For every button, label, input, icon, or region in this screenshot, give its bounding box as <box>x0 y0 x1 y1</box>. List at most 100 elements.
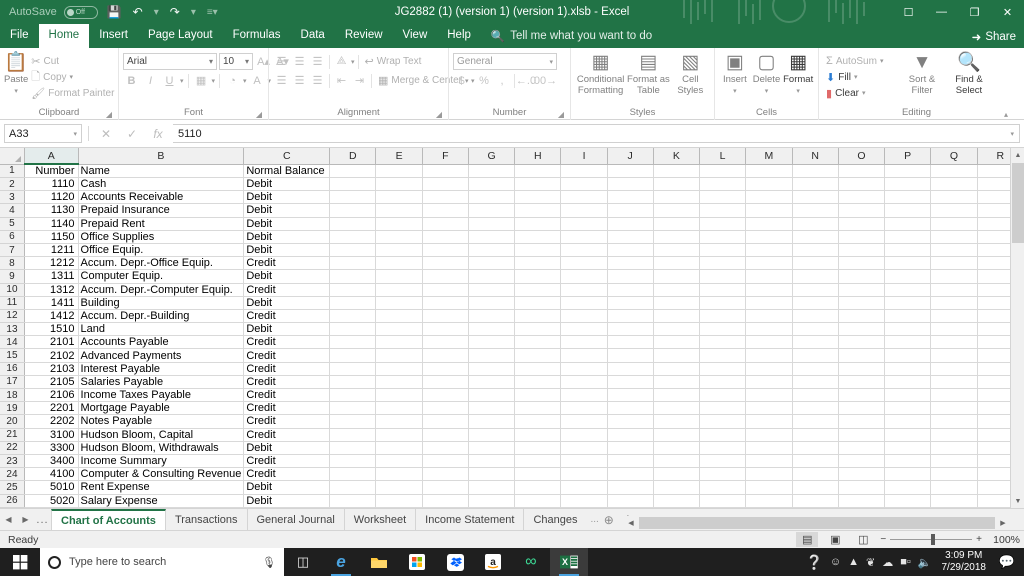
cell-N15[interactable] <box>792 348 839 363</box>
cell-J18[interactable] <box>607 388 654 403</box>
cell-A14[interactable]: 2101 <box>24 335 79 350</box>
cell-D2[interactable] <box>329 177 377 192</box>
cell-K2[interactable] <box>653 177 701 192</box>
cell-A22[interactable]: 3300 <box>24 441 79 455</box>
fill-button[interactable]: ⬇ Fill ▾ <box>823 69 899 85</box>
currency-dropdown-icon[interactable]: ▾ <box>471 77 475 85</box>
cell-C2[interactable]: Debit <box>243 177 331 192</box>
cell-I25[interactable] <box>560 480 608 495</box>
cell-K8[interactable] <box>653 256 701 271</box>
cell-L5[interactable] <box>699 217 747 231</box>
copy-button[interactable]: 🗋 Copy ▾ <box>28 69 117 85</box>
cell-P24[interactable] <box>884 467 932 482</box>
cell-J13[interactable] <box>607 322 654 337</box>
percent-format-button[interactable]: % <box>476 72 493 89</box>
cell-M6[interactable] <box>745 230 793 244</box>
cell-L23[interactable] <box>699 454 747 469</box>
cell-I2[interactable] <box>560 177 608 192</box>
cell-I16[interactable] <box>560 362 608 376</box>
cell-D22[interactable] <box>329 441 377 455</box>
cell-E23[interactable] <box>375 454 423 469</box>
cell-H19[interactable] <box>514 401 562 416</box>
cell-H23[interactable] <box>514 454 562 469</box>
cell-O6[interactable] <box>838 230 886 244</box>
cell-D25[interactable] <box>329 480 377 495</box>
sheet-tab-income-statement[interactable]: Income Statement <box>416 508 525 531</box>
cell-P26[interactable] <box>884 494 932 508</box>
cell-F5[interactable] <box>422 217 469 231</box>
cell-J23[interactable] <box>607 454 654 469</box>
close-button[interactable]: ✕ <box>991 0 1024 24</box>
cell-O19[interactable] <box>838 401 886 416</box>
sheet-overflow-right[interactable]: ... <box>586 514 598 525</box>
cell-B12[interactable]: Accum. Depr.-Building <box>78 309 245 324</box>
next-sheet-icon[interactable]: ▶ <box>17 510 34 530</box>
row-header-3[interactable]: 3 <box>0 190 25 205</box>
cell-Q24[interactable] <box>930 467 978 482</box>
copy-dropdown-icon[interactable]: ▾ <box>70 73 74 81</box>
underline-button[interactable]: U <box>161 72 178 89</box>
cell-C8[interactable]: Credit <box>243 256 331 271</box>
cell-H24[interactable] <box>514 467 562 482</box>
wrap-text-button[interactable]: ↩ Wrap Text <box>362 54 425 70</box>
cell-H20[interactable] <box>514 414 562 429</box>
cell-P12[interactable] <box>884 309 932 324</box>
cell-C21[interactable]: Credit <box>243 428 331 442</box>
cell-G9[interactable] <box>468 269 516 284</box>
column-header-G[interactable]: G <box>468 148 516 165</box>
cell-O14[interactable] <box>838 335 886 350</box>
cell-F10[interactable] <box>422 283 469 297</box>
cell-O18[interactable] <box>838 388 886 403</box>
cell-B26[interactable]: Salary Expense <box>78 494 245 508</box>
cell-I20[interactable] <box>560 414 608 429</box>
cell-H9[interactable] <box>514 269 562 284</box>
cell-E1[interactable] <box>375 164 423 178</box>
cell-P5[interactable] <box>884 217 932 231</box>
cell-M11[interactable] <box>745 296 793 310</box>
alignment-dialog-launcher-icon[interactable]: ◢ <box>436 110 442 119</box>
cell-H14[interactable] <box>514 335 562 350</box>
cell-O4[interactable] <box>838 203 886 218</box>
cell-L21[interactable] <box>699 428 747 442</box>
cell-D23[interactable] <box>329 454 377 469</box>
cell-B3[interactable]: Accounts Receivable <box>78 190 245 205</box>
cell-N12[interactable] <box>792 309 839 324</box>
cell-D12[interactable] <box>329 309 377 324</box>
sort-filter-button[interactable]: ▼ Sort & Filter <box>899 52 945 96</box>
cell-F11[interactable] <box>422 296 469 310</box>
cell-N26[interactable] <box>792 494 839 508</box>
cell-J7[interactable] <box>607 243 654 258</box>
cell-M10[interactable] <box>745 283 793 297</box>
cell-F4[interactable] <box>422 203 469 218</box>
cell-E9[interactable] <box>375 269 423 284</box>
cell-C19[interactable]: Credit <box>243 401 331 416</box>
row-header-9[interactable]: 9 <box>0 269 25 284</box>
cell-O3[interactable] <box>838 190 886 205</box>
horizontal-scrollbar[interactable]: ◀ ▶ <box>624 516 1010 530</box>
cell-I11[interactable] <box>560 296 608 310</box>
taskbar-app-edge[interactable]: e <box>322 548 360 576</box>
cell-Q2[interactable] <box>930 177 978 192</box>
tab-page-layout[interactable]: Page Layout <box>138 24 223 48</box>
cell-O1[interactable] <box>838 164 886 178</box>
cell-L6[interactable] <box>699 230 747 244</box>
cell-C12[interactable]: Credit <box>243 309 331 324</box>
insert-cells-button[interactable]: ▣ Insert ▾ <box>719 52 751 97</box>
cell-E4[interactable] <box>375 203 423 218</box>
cell-J26[interactable] <box>607 494 654 508</box>
cell-M2[interactable] <box>745 177 793 192</box>
cell-styles-button[interactable]: ▧ Cell Styles <box>671 52 710 96</box>
cell-C22[interactable]: Debit <box>243 441 331 455</box>
cell-I8[interactable] <box>560 256 608 271</box>
conditional-formatting-button[interactable]: ▦ Conditional Formatting <box>575 52 626 96</box>
cell-D16[interactable] <box>329 362 377 376</box>
cell-A25[interactable]: 5010 <box>24 480 79 495</box>
cell-A12[interactable]: 1412 <box>24 309 79 324</box>
cell-B24[interactable]: Computer & Consulting Revenue <box>78 467 245 482</box>
cell-E8[interactable] <box>375 256 423 271</box>
cell-A10[interactable]: 1312 <box>24 283 79 297</box>
cell-M25[interactable] <box>745 480 793 495</box>
cell-F2[interactable] <box>422 177 469 192</box>
align-center-icon[interactable]: ☰ <box>291 72 308 89</box>
cell-A9[interactable]: 1311 <box>24 269 79 284</box>
